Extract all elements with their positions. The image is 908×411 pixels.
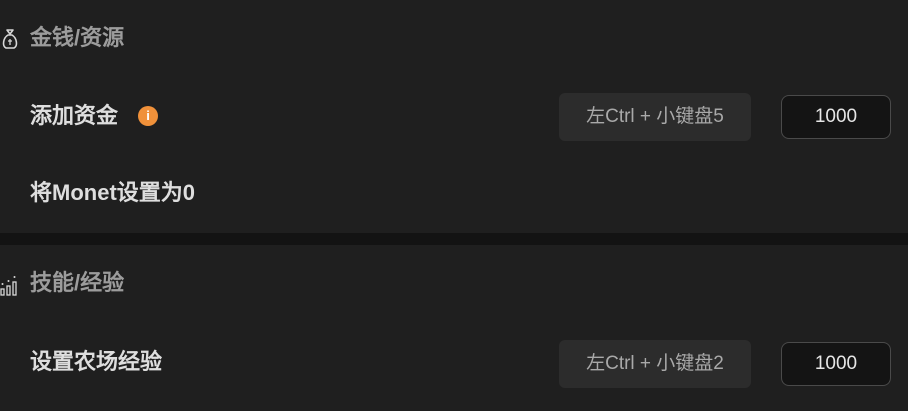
section-title: 金钱/资源 xyxy=(30,25,125,50)
funds-amount-input[interactable] xyxy=(781,95,891,139)
hotkey-badge[interactable]: 左Ctrl + 小键盘2 xyxy=(559,340,751,388)
info-icon[interactable]: i xyxy=(138,106,158,126)
farm-xp-input[interactable] xyxy=(781,342,891,386)
section-title: 技能/经验 xyxy=(30,270,125,295)
add-funds-label: 添加资金 xyxy=(30,103,119,128)
farm-xp-label: 设置农场经验 xyxy=(30,349,163,374)
skills-experience-section: 技能/经验 设置农场经验 左Ctrl + 小键盘2 xyxy=(0,245,908,411)
money-bag-icon xyxy=(2,29,18,49)
bar-chart-icon xyxy=(0,276,17,296)
reset-money-label: 将Monet设置为0 xyxy=(30,180,196,205)
hotkey-badge[interactable]: 左Ctrl + 小键盘5 xyxy=(559,93,751,141)
money-resources-section: 金钱/资源 添加资金 i 左Ctrl + 小键盘5 将Monet设置为0 xyxy=(0,0,908,233)
